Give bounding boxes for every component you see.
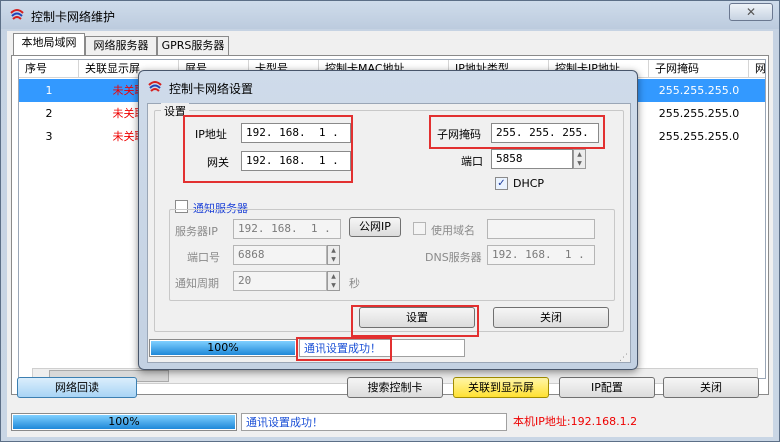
subnet-mask-label: 子网掩码 bbox=[437, 128, 481, 141]
close-button[interactable]: 关闭 bbox=[663, 377, 759, 398]
dns-label: DNS服务器 bbox=[425, 251, 482, 264]
dialog-close-button[interactable]: 关闭 bbox=[493, 307, 609, 328]
server-ip-input[interactable]: 192. 168. 1 . 1 bbox=[233, 219, 341, 239]
public-ip-button[interactable]: 公网IP bbox=[349, 217, 401, 237]
progress-text: 100% bbox=[207, 341, 239, 354]
window-title: 控制卡网络维护 bbox=[31, 10, 116, 24]
seconds-label: 秒 bbox=[349, 277, 360, 290]
settings-group: 设置 IP地址 192. 168. 1 . 3 网关 192. 168. 1 .… bbox=[154, 103, 624, 332]
dialog-status-bar: 100% 通讯设置成功！ bbox=[147, 339, 631, 361]
port-no-spinner[interactable]: ▲ ▼ bbox=[327, 245, 340, 265]
port-input[interactable]: 5858 bbox=[491, 149, 573, 169]
subnet-mask-input[interactable]: 255. 255. 255. 0 bbox=[491, 123, 599, 143]
dns-input[interactable]: 192. 168. 1 . 1 bbox=[487, 245, 595, 265]
gateway-label: 网关 bbox=[207, 156, 229, 169]
search-card-button[interactable]: 搜索控制卡 bbox=[347, 377, 443, 398]
port-spinner[interactable]: ▲ ▼ bbox=[573, 149, 586, 169]
progress-text: 100% bbox=[108, 415, 140, 428]
ip-label: IP地址 bbox=[195, 128, 227, 141]
port-no-input[interactable]: 6868 bbox=[233, 245, 327, 265]
dhcp-label: DHCP bbox=[513, 177, 545, 190]
port-no-label: 端口号 bbox=[187, 251, 220, 264]
tab-local-lan[interactable]: 本地局域网 bbox=[13, 33, 85, 55]
local-ip-label: 本机IP地址:192.168.1.2 bbox=[513, 415, 638, 428]
set-button[interactable]: 设置 bbox=[359, 307, 475, 328]
notify-period-label: 通知周期 bbox=[175, 277, 219, 290]
dialog-status-message: 通讯设置成功！ bbox=[299, 339, 465, 357]
dialog-progress-bar: 100% bbox=[149, 339, 297, 357]
tab-gprs-server[interactable]: GPRS服务器 bbox=[157, 36, 229, 55]
net-readback-button[interactable]: 网络回读 bbox=[17, 377, 137, 398]
link-screen-button[interactable]: 关联到显示屏 bbox=[453, 377, 549, 398]
port-label: 端口 bbox=[461, 155, 483, 168]
app-logo-icon bbox=[10, 9, 24, 20]
resize-grip-icon[interactable]: ⋰ bbox=[619, 353, 629, 363]
col-index-header[interactable]: 序号 bbox=[19, 60, 79, 78]
row-index: 2 bbox=[45, 107, 53, 120]
row-mask: 255.255.255.0 bbox=[658, 130, 740, 143]
ip-config-button[interactable]: IP配置 bbox=[559, 377, 655, 398]
main-progress-bar: 100% bbox=[11, 413, 237, 431]
ip-address-input[interactable]: 192. 168. 1 . 3 bbox=[241, 123, 351, 143]
row-mask: 255.255.255.0 bbox=[658, 84, 740, 97]
network-settings-dialog: 控制卡网络设置 设置 IP地址 192. 168. 1 . 3 网关 192. … bbox=[138, 70, 638, 370]
row-index: 3 bbox=[45, 130, 53, 143]
col-mask-header[interactable]: 子网掩码 bbox=[649, 60, 749, 78]
app-logo-icon bbox=[148, 81, 162, 92]
use-domain-checkbox[interactable] bbox=[413, 222, 426, 235]
status-bar: 100% 通讯设置成功！ 本机IP地址:192.168.1.2 bbox=[9, 413, 771, 433]
dialog-body: 设置 IP地址 192. 168. 1 . 3 网关 192. 168. 1 .… bbox=[147, 103, 631, 363]
notify-period-spinner[interactable]: ▲ ▼ bbox=[327, 271, 340, 291]
status-message: 通讯设置成功！ bbox=[241, 413, 507, 431]
server-ip-label: 服务器IP bbox=[175, 225, 218, 238]
title-bar[interactable]: 控制卡网络维护 ✕ bbox=[1, 1, 779, 29]
tab-network-server[interactable]: 网络服务器 bbox=[85, 36, 157, 55]
col-gateway-header[interactable]: 网 bbox=[749, 60, 765, 78]
dialog-title: 控制卡网络设置 bbox=[169, 82, 254, 96]
row-mask: 255.255.255.0 bbox=[658, 107, 740, 120]
domain-input[interactable] bbox=[487, 219, 595, 239]
use-domain-label: 使用域名 bbox=[431, 224, 475, 237]
dhcp-checkbox[interactable]: ✓ bbox=[495, 177, 508, 190]
settings-group-label: 设置 bbox=[161, 103, 189, 119]
window-close-button[interactable]: ✕ bbox=[729, 3, 773, 21]
gateway-input[interactable]: 192. 168. 1 . 1 bbox=[241, 151, 351, 171]
notify-period-input[interactable]: 20 bbox=[233, 271, 327, 291]
row-index: 1 bbox=[45, 84, 53, 97]
